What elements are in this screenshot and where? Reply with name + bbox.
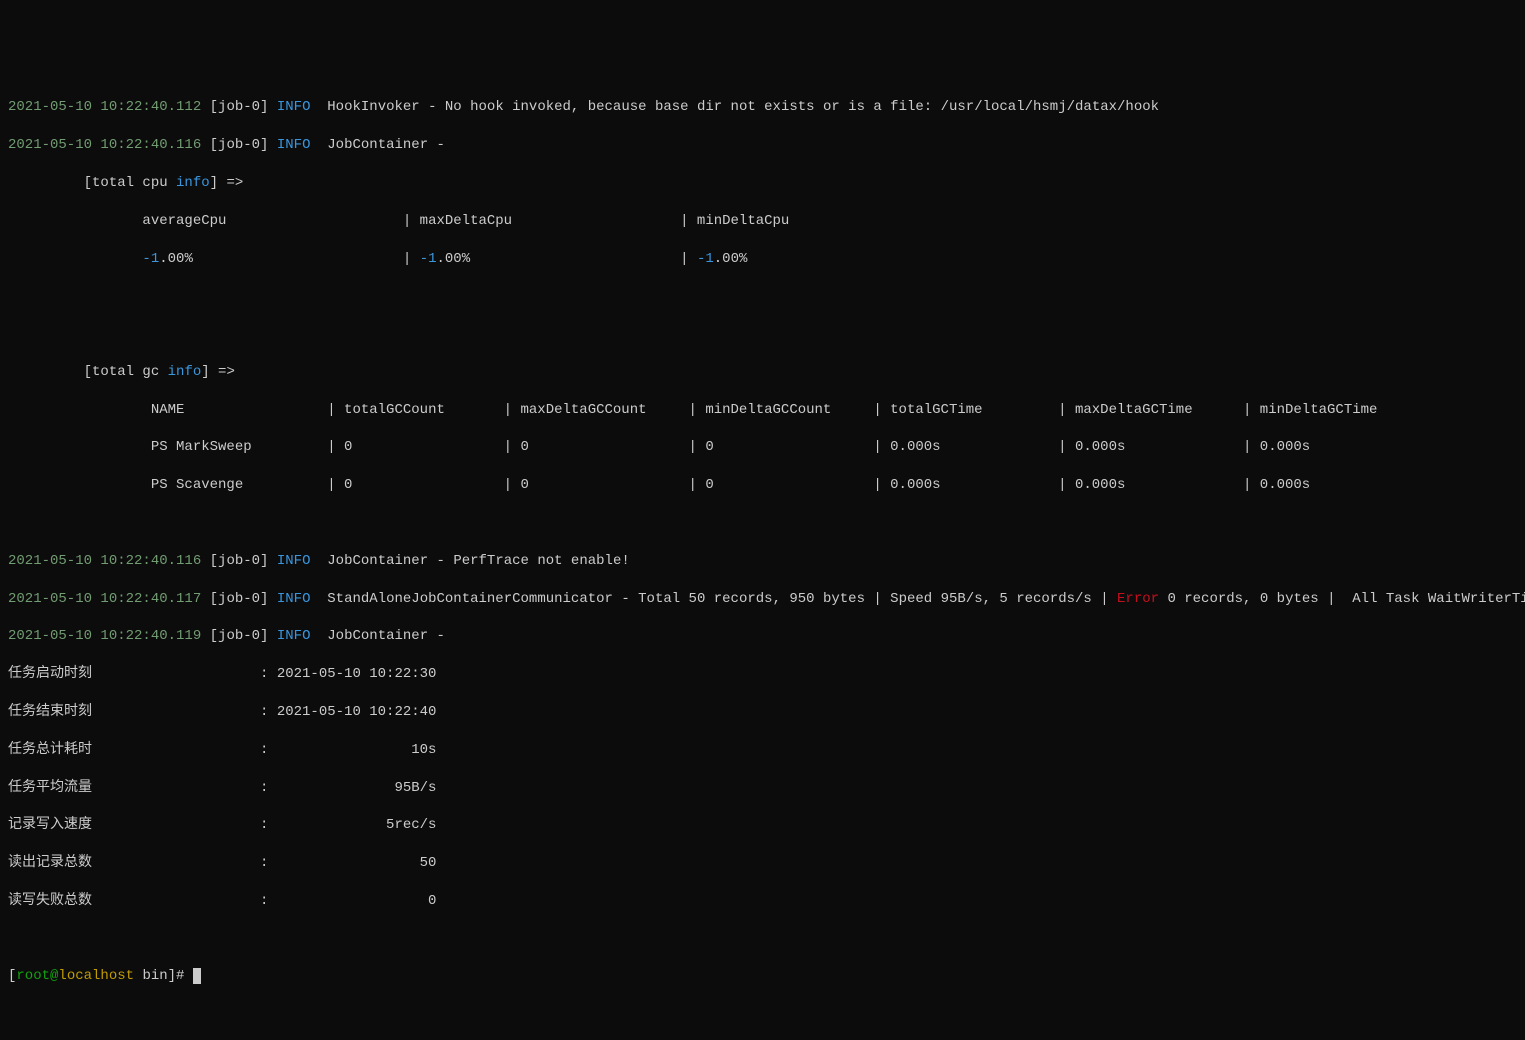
message: - Total 50 records, 950 bytes | Speed 95… <box>613 591 1117 607</box>
logger-name: HookInvoker <box>327 99 419 115</box>
log-level: INFO <box>277 628 311 644</box>
summary-line: 任务启动时刻 : 2021-05-10 10:22:30 <box>8 665 1517 684</box>
job-id: [job-0] <box>210 591 269 607</box>
summary-line: 读写失败总数 : 0 <box>8 892 1517 911</box>
cpu-columns: averageCpu | maxDeltaCpu | minDeltaCpu <box>8 212 1517 231</box>
gc-header: [total gc info] => <box>8 363 1517 382</box>
blank-line <box>8 325 1517 344</box>
summary-line: 记录写入速度 : 5rec/s <box>8 816 1517 835</box>
message: - <box>428 137 453 153</box>
logger-name: StandAloneJobContainerCommunicator <box>327 591 613 607</box>
prompt-bracket: [ <box>8 968 16 984</box>
neg-value: -1 <box>697 251 714 267</box>
shell-prompt[interactable]: [root@localhost bin]# <box>8 967 1517 986</box>
neg-value: -1 <box>142 251 159 267</box>
log-level: INFO <box>277 591 311 607</box>
info-word: info <box>176 175 210 191</box>
log-line: 2021-05-10 10:22:40.116 [job-0] INFO Job… <box>8 136 1517 155</box>
cpu-header: [total cpu info] => <box>8 174 1517 193</box>
log-level: INFO <box>277 553 311 569</box>
timestamp: 2021-05-10 10:22:40.116 <box>8 553 201 569</box>
job-id: [job-0] <box>210 628 269 644</box>
prompt-host: localhost <box>58 968 134 984</box>
summary-line: 任务平均流量 : 95B/s <box>8 779 1517 798</box>
blank-line <box>8 287 1517 306</box>
logger-name: JobContainer <box>327 137 428 153</box>
cpu-values: -1.00% | -1.00% | -1.00% <box>8 250 1517 269</box>
timestamp: 2021-05-10 10:22:40.117 <box>8 591 201 607</box>
message: - No hook invoked, because base dir not … <box>420 99 1159 115</box>
log-line: 2021-05-10 10:22:40.119 [job-0] INFO Job… <box>8 627 1517 646</box>
logger-name: JobContainer <box>327 553 428 569</box>
log-level: INFO <box>277 99 311 115</box>
gc-row: PS Scavenge | 0 | 0 | 0 | 0.000s | 0.000… <box>8 476 1517 495</box>
summary-line: 任务结束时刻 : 2021-05-10 10:22:40 <box>8 703 1517 722</box>
blank-line <box>8 930 1517 949</box>
job-id: [job-0] <box>210 137 269 153</box>
prompt-at: @ <box>50 968 58 984</box>
neg-value: -1 <box>420 251 437 267</box>
logger-name: JobContainer <box>327 628 428 644</box>
error-word: Error <box>1117 591 1159 607</box>
timestamp: 2021-05-10 10:22:40.116 <box>8 137 201 153</box>
log-line: 2021-05-10 10:22:40.116 [job-0] INFO Job… <box>8 552 1517 571</box>
prompt-bracket: ]# <box>168 968 193 984</box>
message: - PerfTrace not enable! <box>428 553 630 569</box>
prompt-user: root <box>16 968 50 984</box>
summary-line: 读出记录总数 : 50 <box>8 854 1517 873</box>
log-line: 2021-05-10 10:22:40.117 [job-0] INFO Sta… <box>8 590 1517 609</box>
info-word: info <box>168 364 202 380</box>
blank-line <box>8 514 1517 533</box>
job-id: [job-0] <box>210 99 269 115</box>
gc-row: PS MarkSweep | 0 | 0 | 0 | 0.000s | 0.00… <box>8 438 1517 457</box>
gc-columns: NAME | totalGCCount | maxDeltaGCCount | … <box>8 401 1517 420</box>
prompt-path: bin <box>134 968 168 984</box>
summary-line: 任务总计耗时 : 10s <box>8 741 1517 760</box>
timestamp: 2021-05-10 10:22:40.112 <box>8 99 201 115</box>
job-id: [job-0] <box>210 553 269 569</box>
cursor-icon <box>193 968 201 984</box>
log-line: 2021-05-10 10:22:40.112 [job-0] INFO Hoo… <box>8 98 1517 117</box>
log-level: INFO <box>277 137 311 153</box>
message: - <box>428 628 453 644</box>
terminal-output: 2021-05-10 10:22:40.112 [job-0] INFO Hoo… <box>8 80 1517 1006</box>
message: 0 records, 0 bytes | All Task WaitWriter… <box>1159 591 1525 607</box>
timestamp: 2021-05-10 10:22:40.119 <box>8 628 201 644</box>
